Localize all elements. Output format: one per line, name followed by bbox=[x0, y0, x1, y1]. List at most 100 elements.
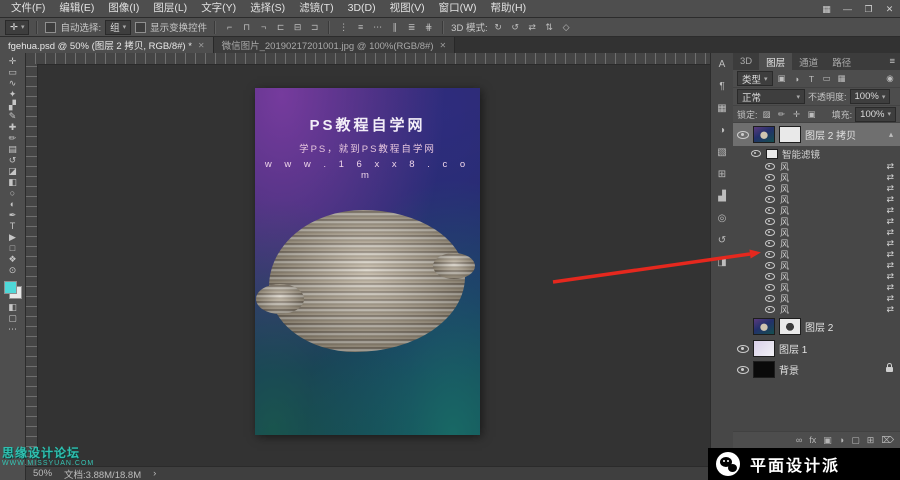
delete-layer-icon[interactable]: ⌦ bbox=[881, 435, 894, 446]
tab-layers[interactable]: 图层 bbox=[759, 53, 793, 70]
filter-blend-options-icon[interactable]: ⇄ bbox=[886, 293, 894, 304]
menu-item-3d[interactable]: 3D(D) bbox=[341, 0, 383, 17]
adjustments-panel-icon[interactable]: ◑ bbox=[714, 124, 730, 137]
layer-mask-thumbnail[interactable] bbox=[779, 318, 801, 335]
filter-pixel-icon[interactable]: ▣ bbox=[776, 73, 788, 84]
status-popup-icon[interactable]: › bbox=[153, 468, 156, 479]
document-size-info[interactable]: 文档:3.88M/18.8M bbox=[64, 467, 141, 480]
layer-name[interactable]: 图层 2 拷贝 bbox=[805, 127, 856, 142]
visibility-toggle[interactable] bbox=[749, 150, 762, 157]
histogram-panel-icon[interactable]: ▟ bbox=[714, 190, 730, 203]
hand-tool[interactable]: ❖ bbox=[0, 254, 26, 265]
link-layers-icon[interactable]: ∞ bbox=[796, 435, 802, 445]
visibility-toggle[interactable] bbox=[763, 185, 776, 192]
align-middle-icon[interactable]: ⊟ bbox=[291, 22, 304, 33]
visibility-toggle[interactable] bbox=[736, 344, 749, 353]
navigator-panel-icon[interactable]: ◎ bbox=[714, 212, 730, 225]
rectangular-marquee-tool[interactable]: ▭ bbox=[0, 67, 26, 78]
adjustment-layer-icon[interactable]: ◑ bbox=[839, 435, 844, 445]
filter-blend-options-icon[interactable]: ⇄ bbox=[886, 304, 894, 315]
fill-dropdown[interactable]: 100% ▾ bbox=[855, 106, 896, 122]
filter-blend-options-icon[interactable]: ⇄ bbox=[886, 249, 894, 260]
scale-3d-icon[interactable]: ◇ bbox=[560, 22, 573, 33]
lock-transparency-icon[interactable]: ▨ bbox=[761, 109, 773, 120]
visibility-toggle[interactable] bbox=[763, 229, 776, 236]
blend-mode-dropdown[interactable]: 正常 ▾ bbox=[737, 89, 805, 104]
menu-item-file[interactable]: 文件(F) bbox=[4, 0, 52, 17]
panel-menu-icon[interactable]: ≡ bbox=[884, 53, 900, 70]
doc-tab-fgehua[interactable]: fgehua.psd @ 50% (图层 2 拷贝, RGB/8#) * ✕ bbox=[0, 37, 214, 53]
visibility-toggle[interactable] bbox=[736, 365, 749, 374]
align-right-icon[interactable]: ¬ bbox=[257, 22, 270, 32]
distribute-right-icon[interactable]: ⋕ bbox=[422, 22, 435, 33]
ruler-vertical[interactable] bbox=[26, 64, 38, 466]
wind-filter-row[interactable]: 风 ⇄ bbox=[733, 172, 900, 183]
edit-toolbar-icon[interactable]: ⋯ bbox=[0, 324, 26, 335]
roll-3d-icon[interactable]: ↺ bbox=[509, 22, 522, 33]
move-tool[interactable]: ✛ bbox=[0, 56, 26, 67]
filter-type-dropdown[interactable]: 类型 ▾ bbox=[737, 71, 773, 86]
lock-all-icon[interactable]: ▣ bbox=[806, 109, 818, 120]
wind-filter-row[interactable]: 风 ⇄ bbox=[733, 194, 900, 205]
layer-row-1[interactable]: 图层 1 bbox=[733, 338, 900, 359]
crop-tool[interactable]: ▞ bbox=[0, 100, 26, 111]
eyedropper-tool[interactable]: ✎ bbox=[0, 111, 26, 122]
show-transform-checkbox[interactable] bbox=[135, 21, 147, 33]
paragraph-panel-icon[interactable]: ¶ bbox=[714, 80, 730, 93]
horizontal-type-tool[interactable]: T bbox=[0, 221, 26, 232]
menu-item-image[interactable]: 图像(I) bbox=[101, 0, 146, 17]
layer-row-2[interactable]: 图层 2 bbox=[733, 315, 900, 338]
tab-3d[interactable]: 3D bbox=[733, 53, 759, 70]
align-left-icon[interactable]: ⌐ bbox=[223, 22, 236, 32]
smart-filter-mask-thumbnail[interactable] bbox=[766, 148, 778, 159]
filter-blend-options-icon[interactable]: ⇄ bbox=[886, 205, 894, 216]
close-tab-icon[interactable]: ✕ bbox=[440, 41, 447, 50]
visibility-toggle[interactable] bbox=[763, 207, 776, 214]
filter-blend-options-icon[interactable]: ⇄ bbox=[886, 260, 894, 271]
auto-select-target-dropdown[interactable]: 组 ▾ bbox=[105, 19, 132, 35]
slide-3d-icon[interactable]: ⇅ bbox=[543, 22, 556, 33]
layer-style-icon[interactable]: fx bbox=[809, 435, 816, 445]
wind-filter-row[interactable]: 风 ⇄ bbox=[733, 205, 900, 216]
color-swatches[interactable] bbox=[3, 281, 22, 299]
blur-tool[interactable]: ○ bbox=[0, 188, 26, 199]
filter-blend-options-icon[interactable]: ⇄ bbox=[886, 271, 894, 282]
clone-stamp-tool[interactable]: ▤ bbox=[0, 144, 26, 155]
filter-blend-options-icon[interactable]: ⇄ bbox=[886, 194, 894, 205]
foreground-color-swatch[interactable] bbox=[3, 281, 17, 294]
lock-position-icon[interactable]: ✛ bbox=[791, 109, 803, 120]
zoom-tool[interactable]: ⊙ bbox=[0, 265, 26, 276]
visibility-toggle[interactable] bbox=[763, 174, 776, 181]
history-brush-tool[interactable]: ↺ bbox=[0, 155, 26, 166]
doc-tab-weixin[interactable]: 微信图片_20190217201001.jpg @ 100%(RGB/8#) ✕ bbox=[213, 37, 456, 53]
align-top-icon[interactable]: ⊏ bbox=[274, 22, 287, 33]
layer-name[interactable]: 图层 1 bbox=[779, 341, 807, 356]
layer-thumbnail[interactable] bbox=[753, 340, 775, 357]
quick-mask-button[interactable]: ◧ bbox=[0, 302, 26, 313]
restore-button[interactable]: ❐ bbox=[858, 4, 879, 15]
align-center-h-icon[interactable]: ⊓ bbox=[240, 22, 253, 33]
menu-item-filter[interactable]: 滤镜(T) bbox=[292, 0, 340, 17]
filter-blend-options-icon[interactable]: ⇄ bbox=[886, 216, 894, 227]
layer-thumbnail[interactable] bbox=[753, 361, 775, 378]
visibility-toggle[interactable] bbox=[763, 163, 776, 170]
layer-name[interactable]: 背景 bbox=[779, 362, 799, 377]
align-bottom-icon[interactable]: ⊐ bbox=[308, 22, 321, 33]
lasso-tool[interactable]: ∿ bbox=[0, 78, 26, 89]
character-panel-icon[interactable]: A bbox=[714, 58, 730, 71]
spot-healing-brush-tool[interactable]: ✚ bbox=[0, 122, 26, 133]
pan-3d-icon[interactable]: ⇄ bbox=[526, 22, 539, 33]
layer-mask-icon[interactable]: ▣ bbox=[823, 435, 832, 446]
rectangle-tool[interactable]: □ bbox=[0, 243, 26, 254]
ruler-horizontal[interactable] bbox=[26, 53, 710, 65]
filter-blend-options-icon[interactable]: ⇄ bbox=[886, 183, 894, 194]
distribute-center-icon[interactable]: ≣ bbox=[405, 22, 418, 33]
clone-source-panel-icon[interactable]: ⊞ bbox=[714, 168, 730, 181]
distribute-top-icon[interactable]: ⋮ bbox=[337, 22, 350, 33]
filter-adjustment-icon[interactable]: ◑ bbox=[791, 74, 803, 84]
filter-shape-icon[interactable]: ▭ bbox=[821, 73, 833, 84]
filter-blend-options-icon[interactable]: ⇄ bbox=[886, 172, 894, 183]
opacity-dropdown[interactable]: 100% ▾ bbox=[849, 89, 891, 104]
wind-filter-row[interactable]: 风 ⇄ bbox=[733, 304, 900, 315]
layer-group-icon[interactable]: ▢ bbox=[851, 435, 860, 446]
